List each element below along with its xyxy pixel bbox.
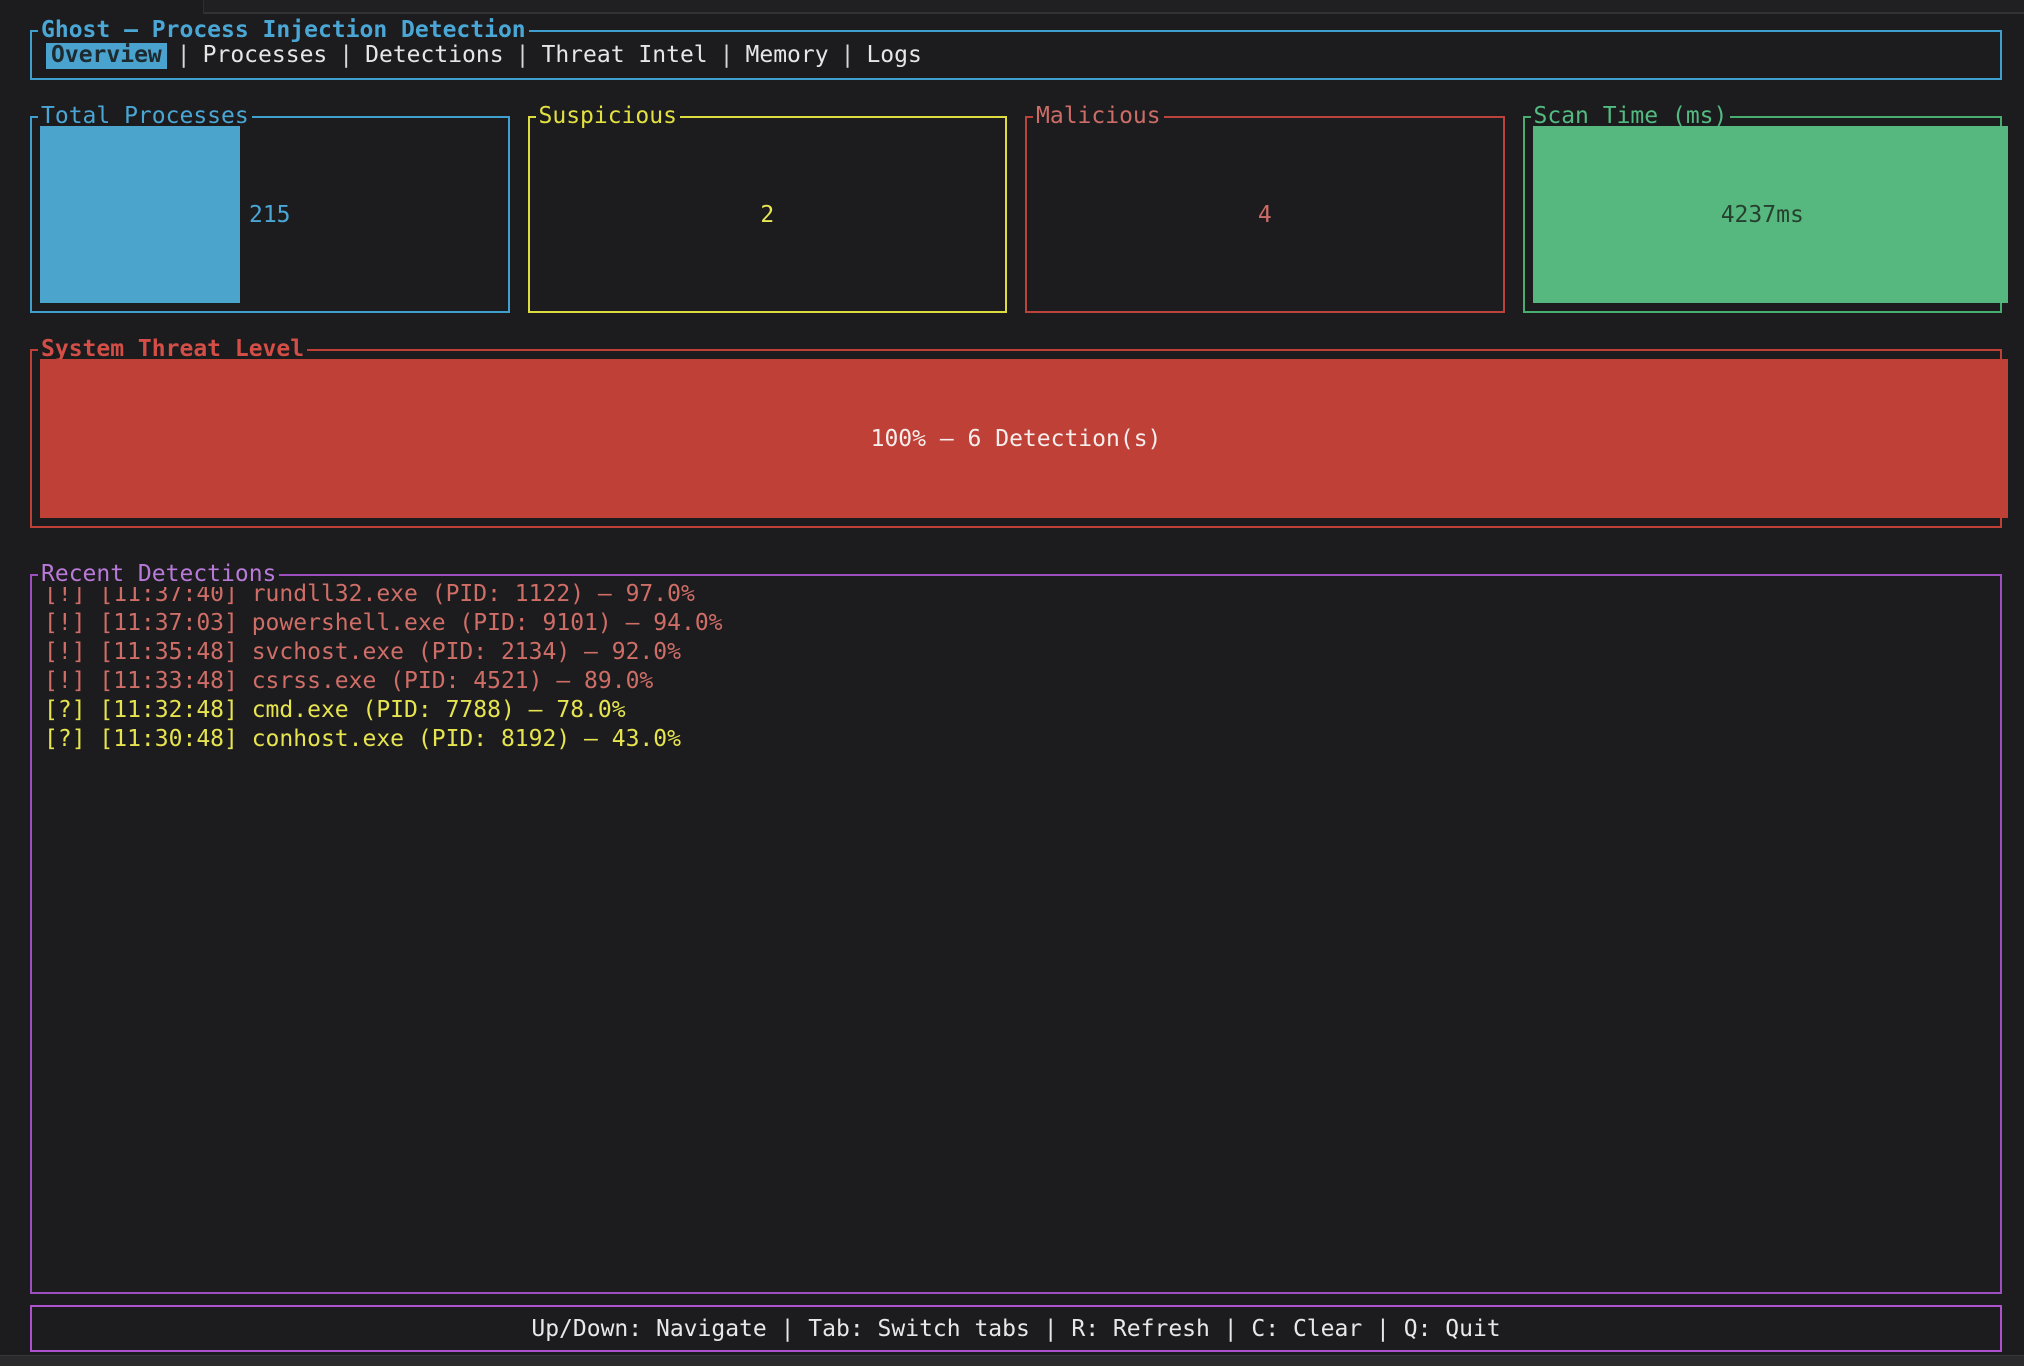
detection-row[interactable]: [!] [11:35:48] svchost.exe (PID: 2134) —…: [44, 638, 1988, 667]
tabbar-panel: Ghost — Process Injection Detection Over…: [30, 30, 2002, 80]
help-text: Up/Down: Navigate | Tab: Switch tabs | R…: [531, 1316, 1500, 1342]
terminal-edge-bottom: [0, 1355, 2024, 1366]
recent-detections-title: Recent Detections: [38, 561, 279, 587]
detection-row[interactable]: [?] [11:30:48] conhost.exe (PID: 8192) —…: [44, 725, 1988, 754]
help-bar: Up/Down: Navigate | Tab: Switch tabs | R…: [30, 1305, 2002, 1352]
app-title: Ghost — Process Injection Detection: [38, 17, 529, 43]
malicious-value: 4: [1027, 118, 1503, 311]
tab-separator: |: [710, 42, 744, 68]
tab-logs[interactable]: Logs: [864, 41, 923, 69]
tab-separator: |: [329, 42, 363, 68]
stats-row: Total Processes 215 Suspicious 2 Malicio…: [30, 116, 2002, 313]
tab-separator: |: [167, 42, 201, 68]
tab-overview[interactable]: Overview: [46, 41, 167, 69]
tab-separator: |: [506, 42, 540, 68]
tab-detections[interactable]: Detections: [363, 41, 505, 69]
stat-suspicious: Suspicious 2: [528, 116, 1008, 313]
ghost-tui-screen: Ghost — Process Injection Detection Over…: [0, 0, 2024, 1366]
stat-total-processes: Total Processes 215: [30, 116, 510, 313]
tab-separator: |: [831, 42, 865, 68]
total-processes-value: 215: [32, 118, 508, 311]
detections-list: [!] [11:37:40] rundll32.exe (PID: 1122) …: [32, 576, 2000, 758]
tab-threat-intel[interactable]: Threat Intel: [539, 41, 709, 69]
detection-row[interactable]: [!] [11:33:48] csrss.exe (PID: 4521) — 8…: [44, 667, 1988, 696]
recent-detections-panel: Recent Detections [!] [11:37:40] rundll3…: [30, 574, 2002, 1294]
threat-level-panel: System Threat Level 100% — 6 Detection(s…: [30, 349, 2002, 528]
detection-row[interactable]: [?] [11:32:48] cmd.exe (PID: 7788) — 78.…: [44, 696, 1988, 725]
tab-processes[interactable]: Processes: [201, 41, 330, 69]
scan-time-value: 4237ms: [1525, 118, 2001, 311]
detection-row[interactable]: [!] [11:37:40] rundll32.exe (PID: 1122) …: [44, 580, 1988, 609]
stat-malicious: Malicious 4: [1025, 116, 1505, 313]
suspicious-value: 2: [530, 118, 1006, 311]
detection-row[interactable]: [!] [11:37:03] powershell.exe (PID: 9101…: [44, 609, 1988, 638]
tab-memory[interactable]: Memory: [744, 41, 831, 69]
stat-scan-time: Scan Time (ms) 4237ms: [1523, 116, 2003, 313]
threat-level-value: 100% — 6 Detection(s): [32, 351, 2000, 526]
